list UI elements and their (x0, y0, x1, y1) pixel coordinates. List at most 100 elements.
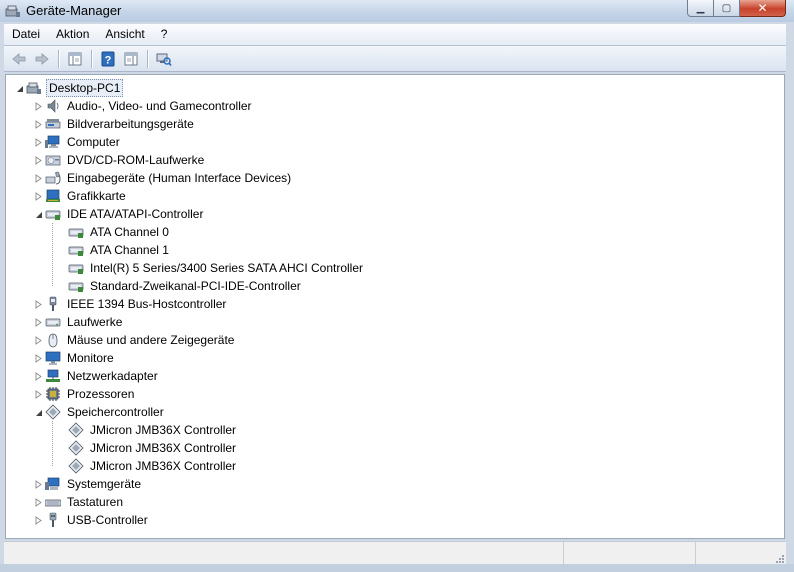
tree-category-14[interactable]: Systemgeräte (34, 475, 143, 493)
ide-controller-icon (68, 228, 84, 238)
collapse-triangle-icon[interactable] (15, 84, 24, 93)
tree-category-7[interactable]: IEEE 1394 Bus-Hostcontroller (34, 295, 228, 313)
tree-category-5[interactable]: Grafikkarte (34, 187, 128, 205)
maximize-button[interactable]: ▢ (714, 0, 740, 17)
tree-node-label: Mäuse und andere Zeigegeräte (67, 333, 235, 347)
tree-device[interactable]: ATA Channel 1 (66, 241, 171, 259)
processor-icon (46, 387, 60, 401)
tree-category-9[interactable]: Mäuse und andere Zeigegeräte (34, 331, 236, 349)
properties-panel-icon (124, 52, 138, 65)
menu-aktion[interactable]: Aktion (48, 24, 97, 45)
expand-triangle-icon[interactable] (34, 155, 43, 165)
speaker-icon (47, 99, 59, 113)
tree-node-label: Grafikkarte (67, 189, 126, 203)
scan-hardware-icon (156, 53, 172, 66)
computer-icon (45, 135, 60, 148)
collapse-triangle-icon[interactable] (34, 408, 43, 417)
tree-node-label: Netzwerkadapter (67, 369, 158, 383)
tree-category-12[interactable]: Prozessoren (34, 385, 136, 403)
network-adapter-icon (46, 369, 60, 382)
close-button[interactable]: ✕ (740, 0, 786, 17)
show-hide-console-tree-icon (68, 52, 82, 65)
svg-text:?: ? (105, 54, 112, 66)
scan-hardware-button[interactable] (153, 48, 175, 70)
expand-triangle-icon[interactable] (34, 101, 43, 111)
expand-triangle-icon[interactable] (34, 497, 43, 507)
tree-device[interactable]: Intel(R) 5 Series/3400 Series SATA AHCI … (66, 259, 365, 277)
tree-device[interactable]: JMicron JMB36X Controller (66, 439, 238, 457)
mouse-icon (48, 333, 58, 348)
tree-node-label: ATA Channel 1 (90, 243, 169, 257)
title-bar: Geräte-Manager ▁ ▢ ✕ (0, 0, 794, 22)
tree-node-label: Monitore (67, 351, 114, 365)
tree-guide-line (52, 421, 53, 466)
tree-category-2[interactable]: Computer (34, 133, 122, 151)
tree-category-3[interactable]: DVD/CD-ROM-Laufwerke (34, 151, 206, 169)
firewire-icon (49, 296, 57, 311)
tree-category-10[interactable]: Monitore (34, 349, 116, 367)
toolbar-separator (91, 49, 93, 68)
tree-category-13[interactable]: Speichercontroller (34, 403, 166, 421)
tree-category-4[interactable]: Eingabegeräte (Human Interface Devices) (34, 169, 293, 187)
collapse-triangle-icon[interactable] (34, 210, 43, 219)
expand-triangle-icon[interactable] (34, 137, 43, 147)
resize-grip-icon[interactable] (774, 553, 784, 563)
expand-triangle-icon[interactable] (34, 479, 43, 489)
expand-triangle-icon[interactable] (34, 119, 43, 129)
properties-panel-button[interactable] (120, 48, 142, 70)
help-button[interactable]: ? (97, 48, 119, 70)
expand-triangle-icon[interactable] (34, 335, 43, 345)
tree-category-16[interactable]: USB-Controller (34, 511, 150, 529)
expand-triangle-icon[interactable] (34, 191, 43, 201)
toolbar-separator (147, 49, 149, 68)
forward-arrow-icon (35, 52, 49, 65)
tree-node-label: Bildverarbeitungsgeräte (67, 117, 194, 131)
tree-node-label: Systemgeräte (67, 477, 142, 491)
expand-triangle-icon[interactable] (34, 371, 43, 381)
tree-category-11[interactable]: Netzwerkadapter (34, 367, 160, 385)
tree-node-label: DVD/CD-ROM-Laufwerke (67, 153, 205, 167)
tree-node-label: IEEE 1394 Bus-Hostcontroller (67, 297, 227, 311)
expand-triangle-icon[interactable] (34, 299, 43, 309)
expand-triangle-icon[interactable] (34, 389, 43, 399)
storage-controller-icon (68, 422, 84, 438)
expand-triangle-icon[interactable] (34, 173, 43, 183)
tree-category-6[interactable]: IDE ATA/ATAPI-Controller (34, 205, 205, 223)
storage-controller-icon (68, 458, 84, 474)
maximize-icon: ▢ (721, 2, 732, 14)
expand-triangle-icon[interactable] (34, 353, 43, 363)
status-bar (4, 541, 786, 565)
back-button[interactable] (8, 48, 30, 70)
toolbar: ? (4, 46, 786, 72)
device-tree[interactable]: Desktop-PC1 Audio-, Video- und Gamecontro… (5, 74, 785, 539)
menu-datei[interactable]: Datei (4, 24, 48, 45)
minimize-button[interactable]: ▁ (687, 0, 714, 17)
scanner-icon (45, 119, 61, 129)
tree-root[interactable]: Desktop-PC1 (15, 79, 124, 97)
menu-ansicht[interactable]: Ansicht (97, 24, 152, 45)
expand-triangle-icon[interactable] (34, 515, 43, 525)
forward-button[interactable] (31, 48, 53, 70)
system-devices-icon (45, 477, 60, 490)
expand-triangle-icon[interactable] (34, 317, 43, 327)
status-cell-secondary (564, 542, 696, 565)
status-cell-tertiary (696, 542, 784, 565)
tree-category-0[interactable]: Audio-, Video- und Gamecontroller (34, 97, 254, 115)
menu-help[interactable]: ? (153, 24, 176, 45)
tree-category-15[interactable]: Tastaturen (34, 493, 125, 511)
display-adapter-icon (46, 189, 60, 202)
tree-device[interactable]: Standard-Zweikanal-PCI-IDE-Controller (66, 277, 303, 295)
tree-device[interactable]: JMicron JMB36X Controller (66, 421, 238, 439)
device-manager-app-icon (5, 5, 20, 17)
tree-node-label: JMicron JMB36X Controller (90, 423, 237, 437)
tree-category-1[interactable]: Bildverarbeitungsgeräte (34, 115, 196, 133)
keyboard-icon (45, 499, 61, 507)
tree-device[interactable]: ATA Channel 0 (66, 223, 171, 241)
tree-node-label: JMicron JMB36X Controller (90, 441, 237, 455)
tree-device[interactable]: JMicron JMB36X Controller (66, 457, 238, 475)
tree-node-label: Speichercontroller (67, 405, 164, 419)
help-icon: ? (101, 51, 115, 66)
show-hide-console-tree-button[interactable] (64, 48, 86, 70)
tree-category-8[interactable]: Laufwerke (34, 313, 124, 331)
menu-bar: Datei Aktion Ansicht ? (4, 24, 786, 46)
